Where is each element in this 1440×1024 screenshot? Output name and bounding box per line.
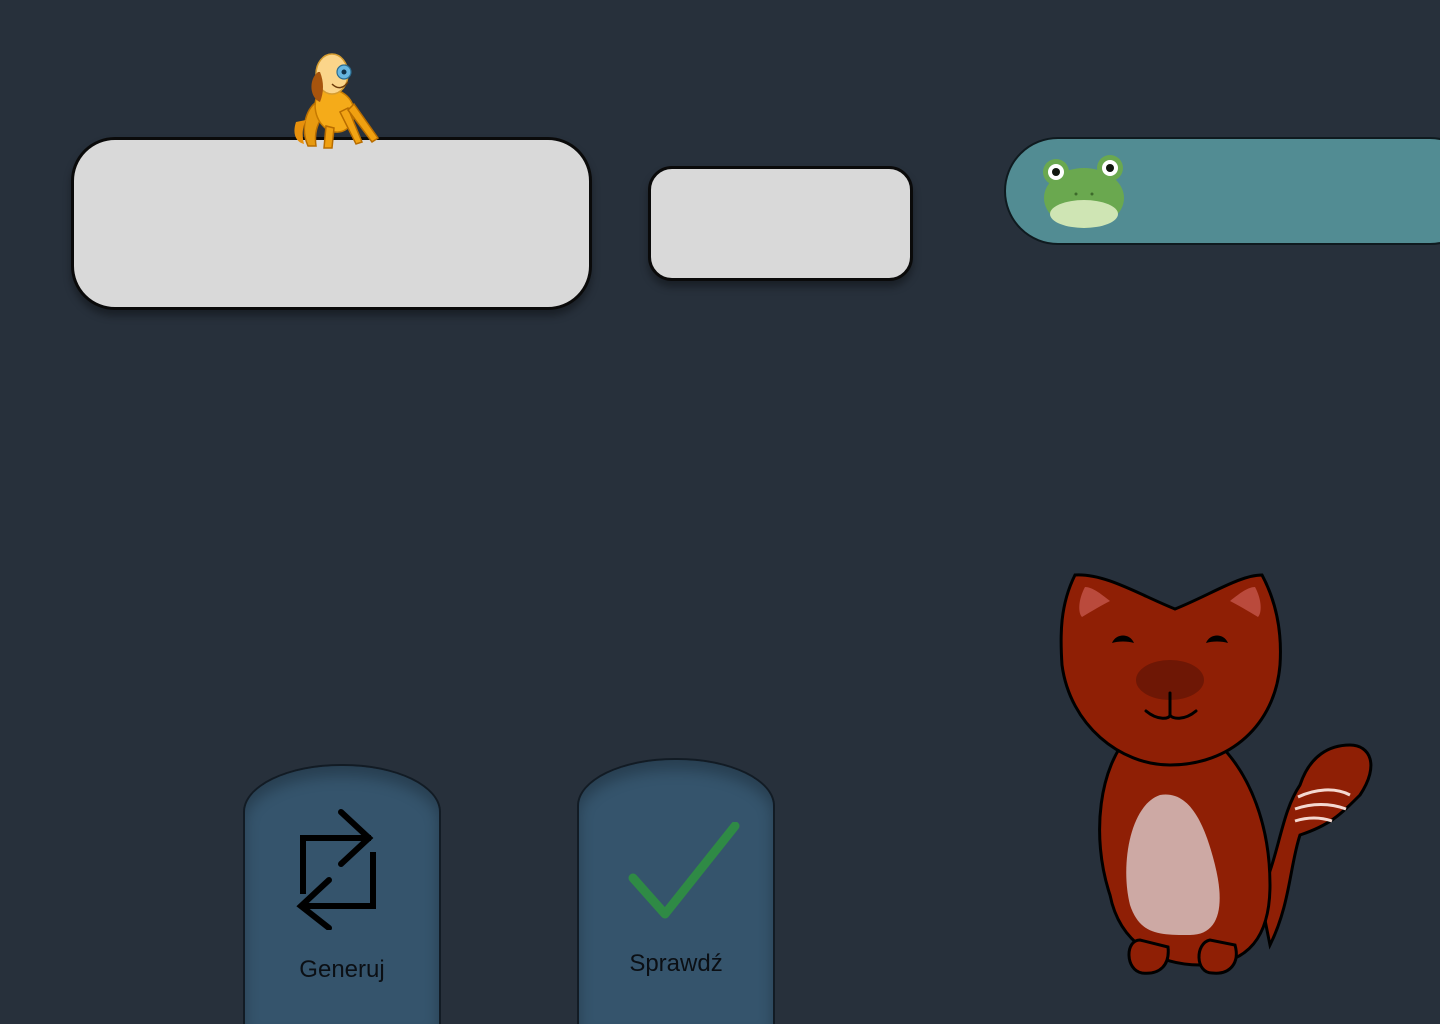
checkmark-icon — [628, 822, 740, 919]
check-button-label: Sprawdź — [629, 950, 723, 977]
generate-button[interactable]: Generuj — [243, 764, 441, 1024]
fox-icon — [1059, 573, 1373, 975]
generate-button-label: Generuj — [299, 956, 385, 983]
answer-slot-large[interactable] — [71, 137, 592, 310]
dog-icon — [294, 53, 380, 149]
check-button[interactable]: Sprawdź — [577, 758, 775, 1024]
answer-slot-small[interactable] — [648, 166, 913, 281]
game-stage: Generuj Sprawdź — [0, 0, 1440, 1024]
frog-icon — [1043, 155, 1124, 228]
repeat-arrows-icon — [296, 809, 376, 930]
